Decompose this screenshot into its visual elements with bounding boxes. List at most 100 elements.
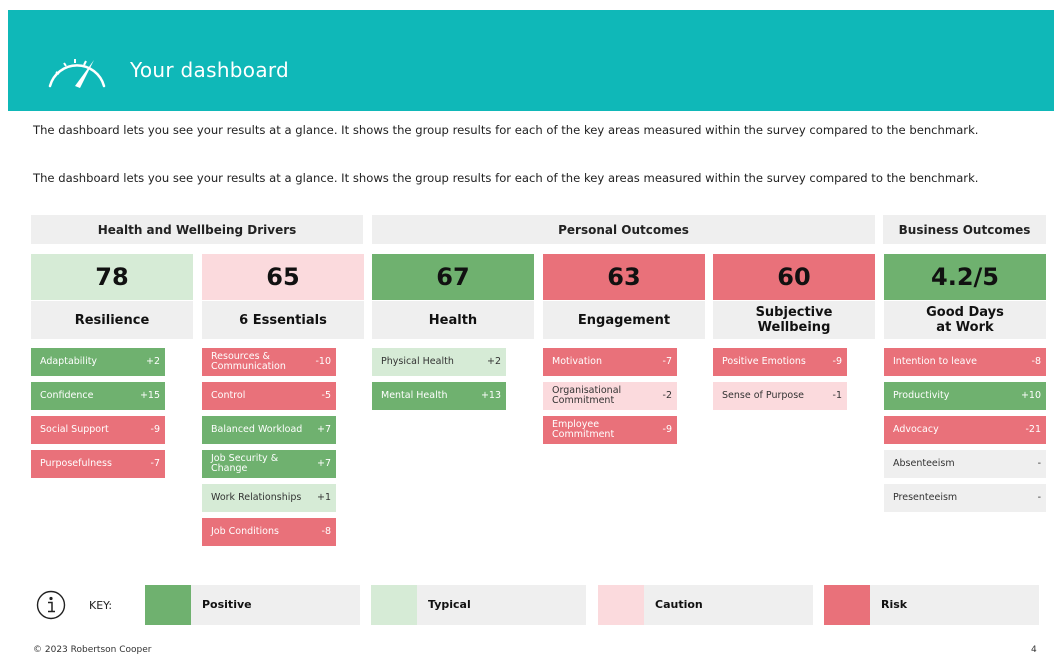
indicator-value: +10 xyxy=(1020,390,1041,401)
indicator-value: -21 xyxy=(1025,424,1041,435)
score-value: 63 xyxy=(543,254,705,300)
key-swatch xyxy=(145,585,191,625)
score-label: Health xyxy=(372,301,534,339)
indicator-name: Mental Health xyxy=(381,390,448,401)
indicator-item: Sense of Purpose -1 xyxy=(713,382,847,410)
indicator-value: +7 xyxy=(316,424,331,435)
indicator-name: Purposefulness xyxy=(40,458,112,469)
indicator-name: Work Relationships xyxy=(211,492,302,503)
indicator-name: Balanced Workload xyxy=(211,424,303,435)
key-text: Risk xyxy=(881,598,908,611)
footer-copyright: © 2023 Robertson Cooper xyxy=(33,645,152,655)
indicator-value: +2 xyxy=(145,356,160,367)
indicator-value: +2 xyxy=(486,356,501,367)
indicator-item: Control -5 xyxy=(202,382,336,410)
indicator-name: Absenteeism xyxy=(893,458,955,469)
indicator-item: Job Conditions -8 xyxy=(202,518,336,546)
indicator-value: -9 xyxy=(150,424,160,435)
indicator-item: Productivity +10 xyxy=(884,382,1046,410)
indicator-item: Positive Emotions -9 xyxy=(713,348,847,376)
score-value: 60 xyxy=(713,254,875,300)
info-icon xyxy=(36,590,66,620)
indicator-item: Purposefulness -7 xyxy=(31,450,165,478)
key-swatch xyxy=(371,585,417,625)
indicator-item: Job Security & Change +7 xyxy=(202,450,336,478)
indicator-name: Confidence xyxy=(40,390,94,401)
section-header-business: Business Outcomes xyxy=(883,215,1046,244)
indicator-item: Confidence +15 xyxy=(31,382,165,410)
indicator-item: Absenteeism - xyxy=(884,450,1046,478)
indicator-value: - xyxy=(1037,458,1041,469)
indicator-item: Advocacy -21 xyxy=(884,416,1046,444)
key-text: Caution xyxy=(655,598,703,611)
indicator-value: -7 xyxy=(150,458,160,469)
indicator-value: - xyxy=(1037,492,1041,503)
indicator-value: -1 xyxy=(832,390,842,401)
intro-paragraph: The dashboard lets you see your results … xyxy=(33,171,979,185)
indicator-name: Motivation xyxy=(552,356,603,367)
indicator-name: Physical Health xyxy=(381,356,454,367)
indicator-item: Social Support -9 xyxy=(31,416,165,444)
indicator-value: -9 xyxy=(662,424,672,435)
page-title: Your dashboard xyxy=(130,58,290,82)
indicator-name: Control xyxy=(211,390,246,401)
indicator-item: Motivation -7 xyxy=(543,348,677,376)
indicator-name: Intention to leave xyxy=(893,356,977,367)
score-label: Subjective Wellbeing xyxy=(713,301,875,339)
indicator-item: Physical Health +2 xyxy=(372,348,506,376)
indicator-name: Productivity xyxy=(893,390,950,401)
score-label: Resilience xyxy=(31,301,193,339)
indicator-item: Balanced Workload +7 xyxy=(202,416,336,444)
indicator-name: Advocacy xyxy=(893,424,939,435)
indicator-name: Presenteeism xyxy=(893,492,958,503)
speedometer-icon xyxy=(48,59,106,88)
indicator-item: Adaptability +2 xyxy=(31,348,165,376)
indicator-value: -10 xyxy=(315,356,331,367)
key-swatch xyxy=(598,585,644,625)
indicator-value: +13 xyxy=(480,390,501,401)
page-header: Your dashboard xyxy=(8,10,1054,111)
key-entry: Positive xyxy=(145,585,360,625)
indicator-name: Social Support xyxy=(40,424,109,435)
page-number: 4 xyxy=(1031,645,1037,655)
key-entry: Caution xyxy=(598,585,813,625)
indicator-value: -5 xyxy=(321,390,331,401)
indicator-name: Job Conditions xyxy=(211,526,279,537)
score-value: 78 xyxy=(31,254,193,300)
indicator-name: Resources & Communication xyxy=(211,351,286,372)
section-header-drivers: Health and Wellbeing Drivers xyxy=(31,215,363,244)
indicator-item: Employee Commitment -9 xyxy=(543,416,677,444)
indicator-value: +15 xyxy=(139,390,160,401)
indicator-name: Employee Commitment xyxy=(552,419,615,440)
score-label: Engagement xyxy=(543,301,705,339)
indicator-item: Mental Health +13 xyxy=(372,382,506,410)
key-text: Typical xyxy=(428,598,471,611)
indicator-value: -2 xyxy=(662,390,672,401)
indicator-item: Intention to leave -8 xyxy=(884,348,1046,376)
score-value: 65 xyxy=(202,254,364,300)
indicator-item: Resources & Communication -10 xyxy=(202,348,336,376)
key-text: Positive xyxy=(202,598,252,611)
indicator-value: -7 xyxy=(662,356,672,367)
key-label: KEY: xyxy=(89,599,113,612)
indicator-name: Positive Emotions xyxy=(722,356,806,367)
indicator-value: -8 xyxy=(1031,356,1041,367)
indicator-value: -9 xyxy=(832,356,842,367)
indicator-value: -8 xyxy=(321,526,331,537)
score-label: Good Days at Work xyxy=(884,301,1046,339)
intro-paragraph: The dashboard lets you see your results … xyxy=(33,123,979,137)
key-swatch xyxy=(824,585,870,625)
indicator-name: Adaptability xyxy=(40,356,98,367)
score-value: 4.2/5 xyxy=(884,254,1046,300)
indicator-name: Job Security & Change xyxy=(211,453,279,474)
section-header-personal: Personal Outcomes xyxy=(372,215,875,244)
score-value: 67 xyxy=(372,254,534,300)
indicator-name: Sense of Purpose xyxy=(722,390,805,401)
indicator-value: +7 xyxy=(316,458,331,469)
indicator-name: Organisational Commitment xyxy=(552,385,622,406)
indicator-item: Work Relationships +1 xyxy=(202,484,336,512)
indicator-item: Presenteeism - xyxy=(884,484,1046,512)
indicator-item: Organisational Commitment -2 xyxy=(543,382,677,410)
indicator-value: +1 xyxy=(316,492,331,503)
key-entry: Typical xyxy=(371,585,586,625)
